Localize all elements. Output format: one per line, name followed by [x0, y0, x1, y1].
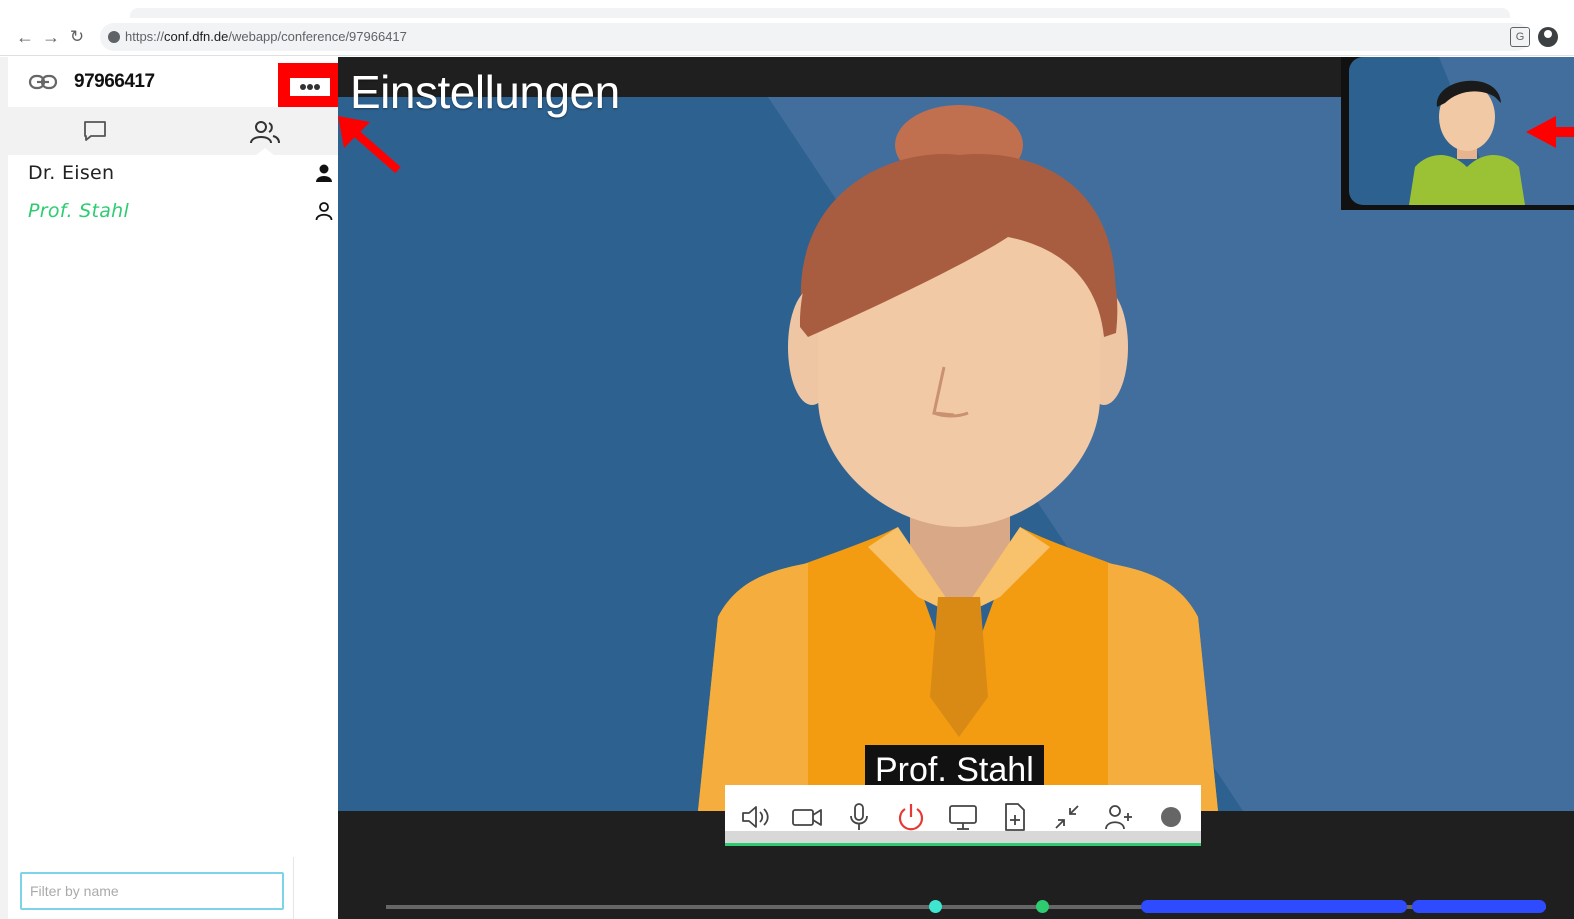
annotation-arrow-icon: [338, 116, 401, 174]
more-options-icon[interactable]: [290, 78, 330, 96]
filter-by-name-input[interactable]: [20, 872, 284, 910]
video-stage: Einstellungen Prof. Stahl: [338, 57, 1574, 919]
speaker-name-tag: Prof. Stahl: [865, 745, 1044, 787]
site-info-icon[interactable]: [108, 31, 120, 43]
record-icon[interactable]: [1155, 801, 1187, 833]
participant-item[interactable]: Dr. Eisen: [28, 158, 334, 188]
timeline-marker[interactable]: [929, 900, 942, 913]
conference-id: 97966417: [74, 71, 155, 92]
sidebar: 97966417 Dr. Eisen Prof. Stahl Filter by…: [0, 57, 346, 919]
timeline-segment[interactable]: [1412, 900, 1546, 913]
document-add-icon[interactable]: [999, 801, 1031, 833]
link-icon[interactable]: [28, 73, 58, 91]
browser-tab-strip: [0, 0, 1574, 18]
forward-icon[interactable]: →: [40, 24, 62, 50]
profile-icon[interactable]: [1538, 27, 1558, 47]
filter-area: [8, 857, 294, 919]
url-text[interactable]: https://conf.dfn.de/webapp/conference/97…: [125, 29, 407, 44]
user-add-icon[interactable]: [1103, 801, 1135, 833]
participant-name: Prof. Stahl: [28, 200, 130, 222]
chat-icon: [84, 121, 106, 141]
settings-overlay-title: Einstellungen: [350, 66, 620, 118]
timeline-segment[interactable]: [1141, 900, 1407, 913]
participant-name: Dr. Eisen: [28, 162, 115, 184]
camera-icon[interactable]: [791, 801, 823, 833]
person-filled-icon: [316, 164, 332, 182]
conference-header: 97966417: [8, 57, 346, 107]
person-outline-icon: [315, 202, 333, 221]
address-bar[interactable]: https://conf.dfn.de/webapp/conference/97…: [100, 23, 1530, 51]
selected-tab-indicator: [255, 148, 275, 156]
microphone-icon[interactable]: [843, 801, 875, 833]
minimize-icon[interactable]: [1051, 801, 1083, 833]
participants-icon: [250, 121, 280, 144]
browser-toolbar: ← → ↻ https://conf.dfn.de/webapp/confere…: [0, 18, 1574, 56]
monitor-icon[interactable]: [947, 801, 979, 833]
annotation-arrow-icon: [1526, 116, 1574, 148]
call-control-bar: [725, 785, 1201, 846]
conference-timeline[interactable]: [386, 900, 1546, 913]
participant-item[interactable]: Prof. Stahl: [28, 196, 334, 226]
translate-icon[interactable]: G: [1510, 27, 1530, 47]
volume-icon[interactable]: [739, 801, 771, 833]
browser-tab[interactable]: [130, 8, 1510, 18]
reload-icon[interactable]: ↻: [66, 24, 88, 50]
back-icon[interactable]: ←: [14, 24, 36, 50]
timeline-marker[interactable]: [1036, 900, 1049, 913]
power-icon[interactable]: [895, 801, 927, 833]
tab-chat[interactable]: [8, 107, 173, 155]
more-options-button[interactable]: [278, 63, 346, 107]
sidebar-tabs: [8, 107, 338, 155]
